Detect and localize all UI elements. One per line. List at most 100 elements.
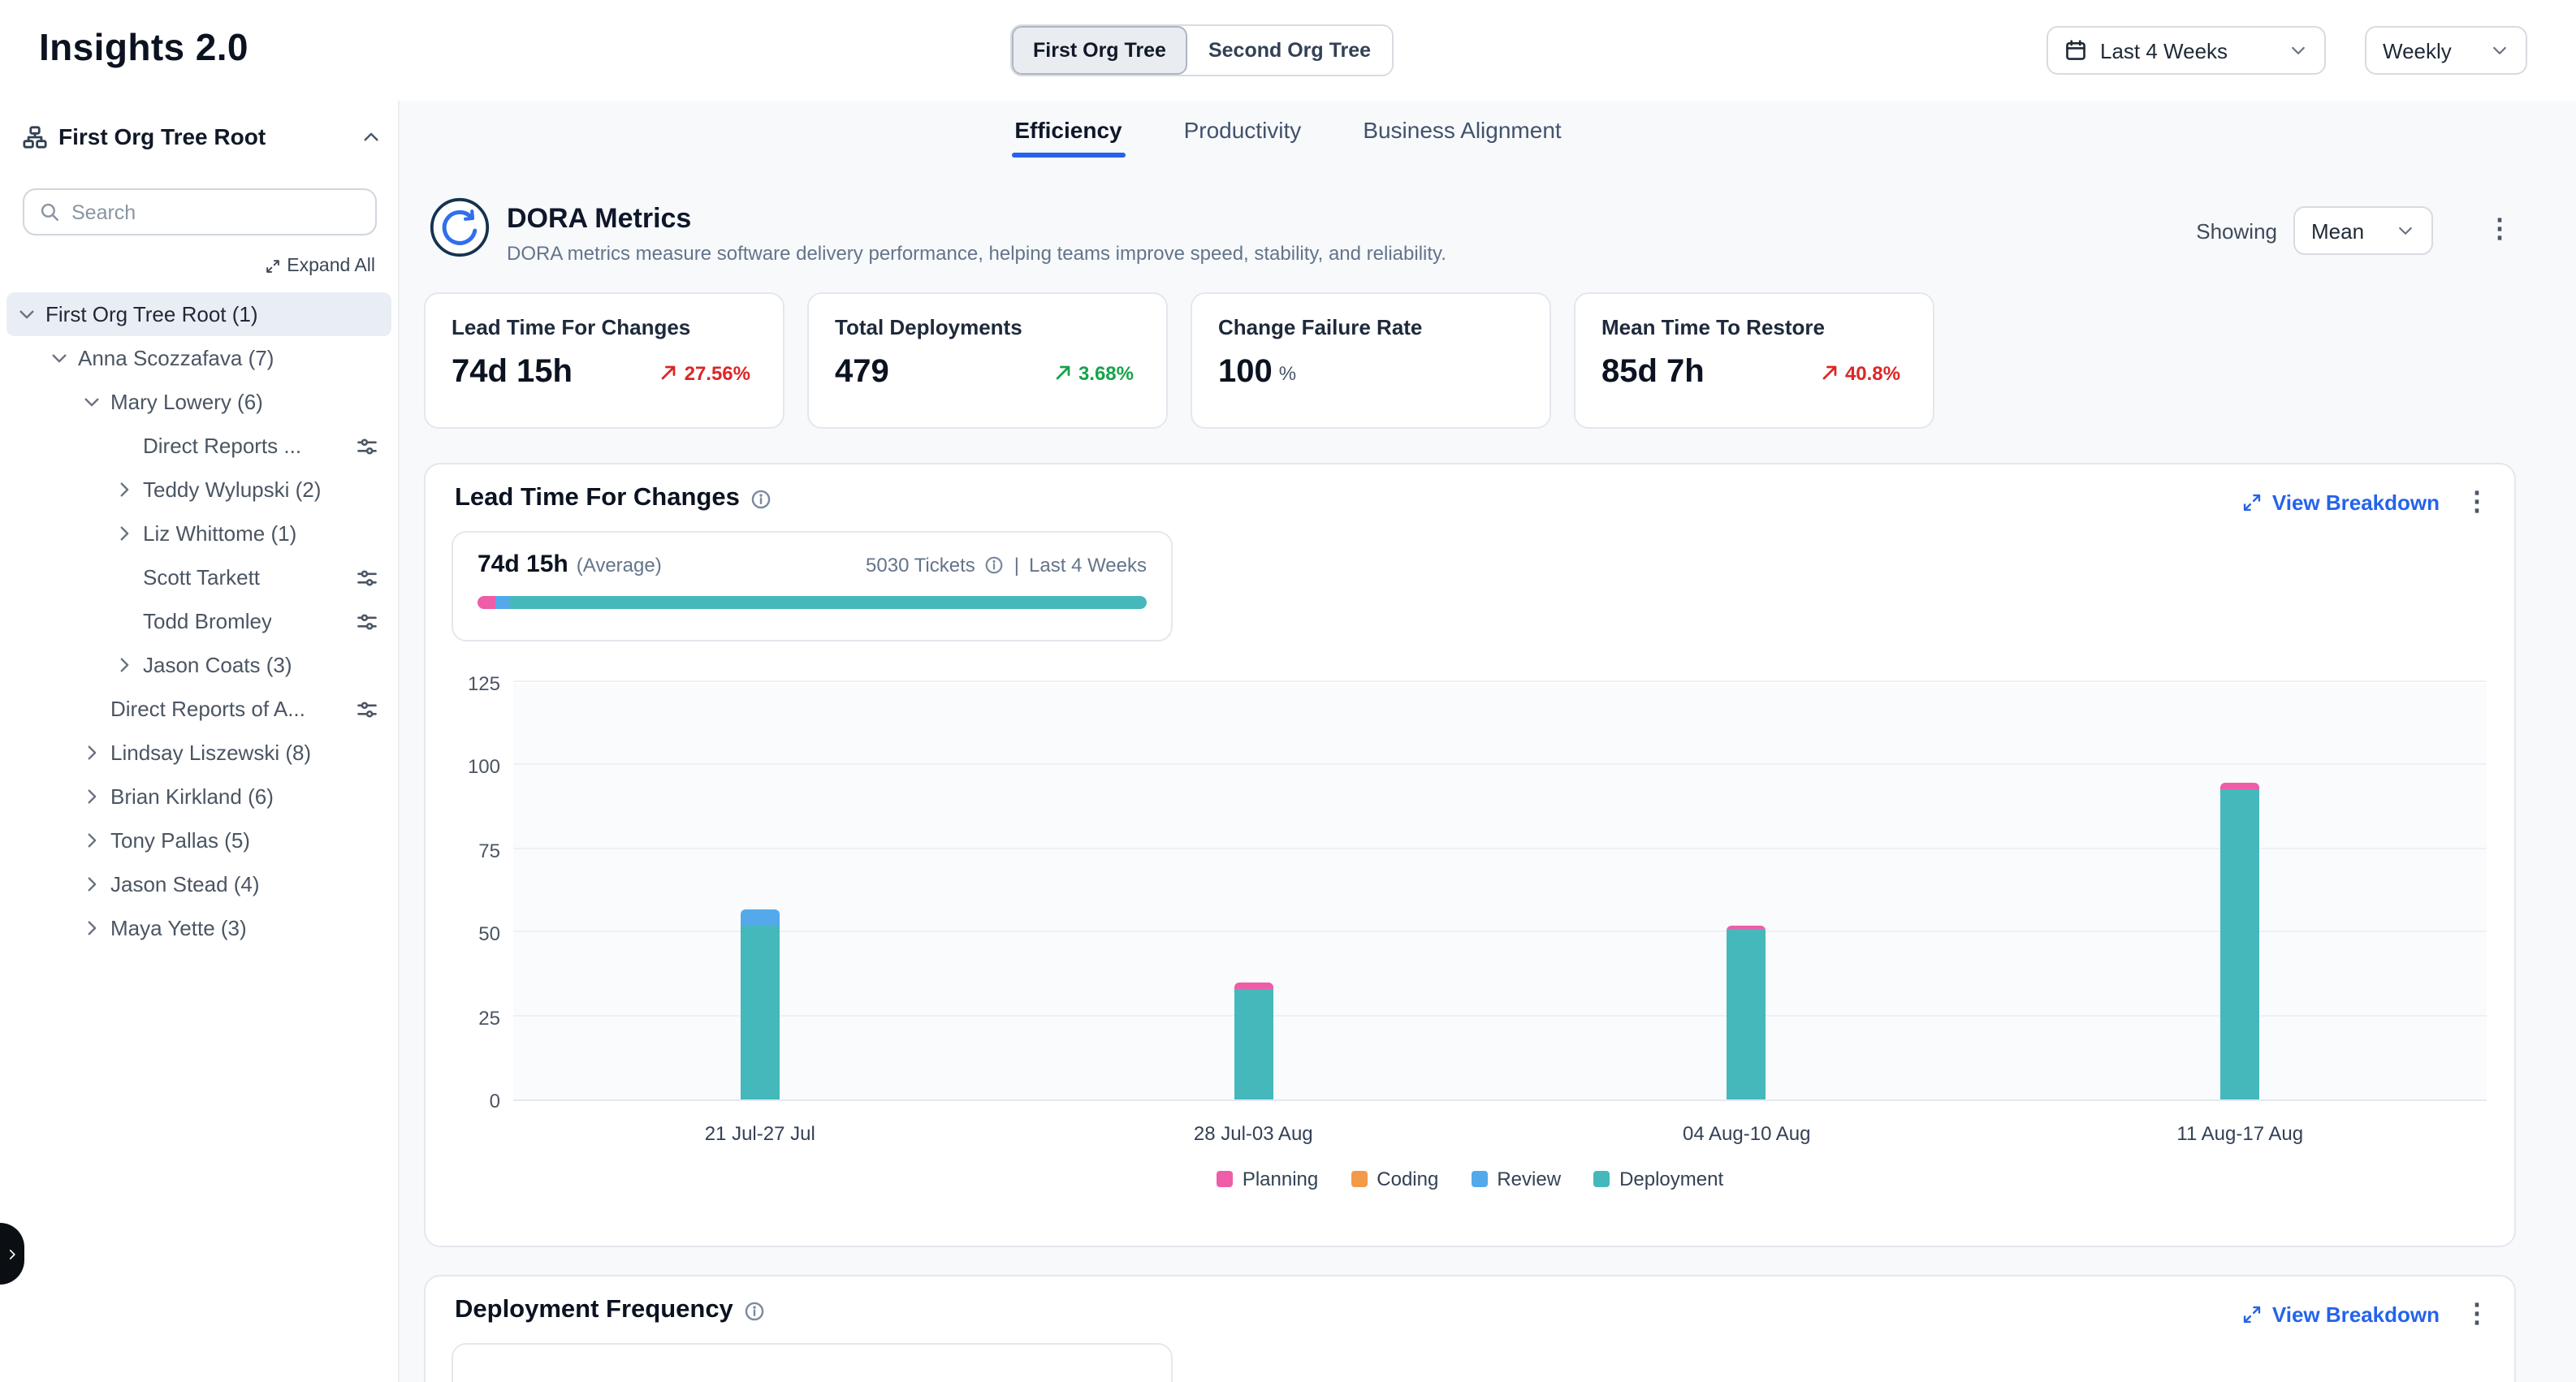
metric-delta: 3.68% [1054,361,1134,384]
tree-item[interactable]: Scott Tarkett [6,555,391,599]
info-icon[interactable] [751,488,772,509]
tree-item-label: Scott Tarkett [143,565,260,590]
y-axis-label: 25 [435,1006,500,1029]
period-separator: | [1014,553,1019,576]
expand-all-label: Expand All [287,257,375,276]
lead-time-header: Lead Time For Changes [455,484,772,513]
trend-up-icon [1054,364,1072,382]
search-input[interactable] [71,201,361,223]
metric-value: 85d 7h [1601,354,1705,391]
x-axis-label: 28 Jul-03 Aug [1194,1122,1313,1145]
topbar: Insights 2.0 First Org TreeSecond Org Tr… [0,0,2576,101]
lead-time-chart: 025507510012521 Jul-27 Jul28 Jul-03 Aug0… [426,684,2514,1101]
chart-legend: PlanningCodingReviewDeployment [426,1168,2514,1190]
aggregation-select[interactable]: Mean [2293,206,2433,255]
legend-label: Review [1497,1168,1561,1190]
dora-menu-button[interactable]: ⋮ [2485,213,2514,248]
legend-swatch [1217,1171,1233,1187]
tree-item-label: First Org Tree Root (1) [45,302,258,326]
chevron-right-icon[interactable] [81,830,102,851]
chevron-down-icon[interactable] [49,348,70,369]
tree-item[interactable]: Maya Yette (3) [6,906,391,950]
metric-title: Mean Time To Restore [1601,315,1907,339]
tab-business-alignment[interactable]: Business Alignment [1359,114,1564,158]
chevron-right-icon[interactable] [114,523,135,544]
chevron-right-icon[interactable] [81,742,102,763]
x-axis-label: 21 Jul-27 Jul [705,1122,815,1145]
tab-productivity[interactable]: Productivity [1181,114,1305,158]
chevron-down-icon [2490,41,2509,60]
filter-icon[interactable] [356,610,378,633]
metric-card: Total Deployments4793.68% [807,292,1168,429]
chart-bar[interactable] [1727,926,1766,1099]
chart-bar[interactable] [2220,782,2259,1099]
dora-subtitle: DORA metrics measure software delivery p… [507,242,1446,265]
view-breakdown-button[interactable]: View Breakdown [2241,490,2440,515]
tree-item[interactable]: Todd Bromley [6,599,391,643]
metric-title: Change Failure Rate [1218,315,1524,339]
metric-card: Change Failure Rate100% [1191,292,1551,429]
tree-item[interactable]: Direct Reports of A... [6,687,391,731]
tree-item[interactable]: First Org Tree Root (1) [6,292,391,336]
filter-icon[interactable] [356,697,378,720]
app-title: Insights 2.0 [39,26,249,70]
metric-delta: 40.8% [1821,361,1900,384]
tree-item[interactable]: Lindsay Liszewski (8) [6,731,391,775]
lead-time-menu-button[interactable]: ⋮ [2462,486,2492,521]
lead-summary-line: 74d 15h (Average) 5030 Tickets | Last 4 … [478,551,1147,578]
trend-up-icon [1821,364,1839,382]
app-root: Insights 2.0 First Org TreeSecond Org Tr… [0,0,2576,1382]
average-suffix: (Average) [577,553,662,576]
org-toggle-first[interactable]: First Org Tree [1012,26,1187,75]
chart-bar[interactable] [741,909,780,1099]
tab-efficiency[interactable]: Efficiency [1011,114,1125,158]
chevron-down-icon[interactable] [81,391,102,412]
deployment-frequency-header: Deployment Frequency [455,1296,766,1325]
filter-icon[interactable] [356,566,378,589]
legend-label: Planning [1243,1168,1318,1190]
tree-item[interactable]: Jason Stead (4) [6,862,391,906]
metric-title: Lead Time For Changes [452,315,757,339]
summary-bar-segment-deployment [510,596,1147,609]
org-toggle-second[interactable]: Second Org Tree [1187,26,1392,75]
search-icon [39,201,60,222]
tree-item[interactable]: Direct Reports ... [6,424,391,468]
tree-item[interactable]: Jason Coats (3) [6,643,391,687]
deployment-menu-button[interactable]: ⋮ [2462,1298,2492,1333]
tree-item[interactable]: Tony Pallas (5) [6,818,391,862]
chevron-down-icon[interactable] [16,304,37,325]
date-range-select[interactable]: Last 4 Weeks [2047,26,2326,75]
bar-segment-review [741,909,780,926]
granularity-select[interactable]: Weekly [2365,26,2527,75]
chart-bar[interactable] [1234,983,1273,1099]
chevron-right-icon[interactable] [114,654,135,676]
y-axis-label: 100 [435,756,500,779]
legend-swatch [1351,1171,1367,1187]
search-box[interactable] [23,188,377,235]
legend-item-review: Review [1471,1168,1561,1190]
average-value: 74d 15h [478,551,568,578]
tree-item[interactable]: Anna Scozzafava (7) [6,336,391,380]
bar-segment-planning [2220,782,2259,788]
tickets-count: 5030 Tickets [866,553,975,576]
view-breakdown-button[interactable]: View Breakdown [2241,1302,2440,1327]
chevron-right-icon[interactable] [81,874,102,895]
filter-icon[interactable] [356,434,378,457]
chevron-right-icon[interactable] [81,918,102,939]
tree-item[interactable]: Liz Whittome (1) [6,512,391,555]
trend-up-icon [660,364,678,382]
lead-time-panel: Lead Time For Changes View Breakdown ⋮ 7… [424,463,2516,1247]
deployment-summary-box [452,1343,1173,1382]
dora-metrics-icon [429,197,491,258]
tree-item[interactable]: Teddy Wylupski (2) [6,468,391,512]
info-icon[interactable] [985,555,1005,574]
legend-swatch [1471,1171,1487,1187]
chevron-right-icon[interactable] [81,786,102,807]
chevron-right-icon[interactable] [114,479,135,500]
tree-item[interactable]: Mary Lowery (6) [6,380,391,424]
expand-all-button[interactable]: Expand All [264,257,375,276]
tree-item[interactable]: Brian Kirkland (6) [6,775,391,818]
deployment-frequency-panel: Deployment Frequency View Breakdown ⋮ [424,1275,2516,1382]
info-icon[interactable] [745,1300,766,1321]
lead-time-title: Lead Time For Changes [455,484,740,513]
